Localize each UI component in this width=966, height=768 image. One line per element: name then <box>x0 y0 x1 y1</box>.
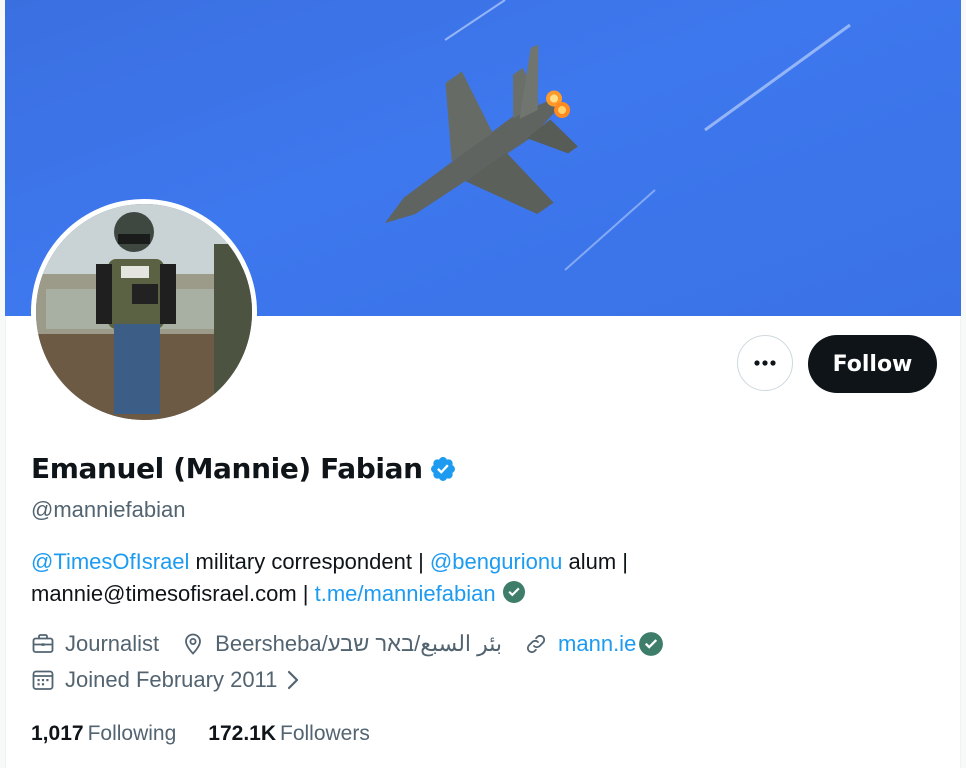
followers-count: 172.1K <box>208 722 276 745</box>
handle: @manniefabian <box>31 497 186 522</box>
following-label: Following <box>87 722 177 745</box>
followers-stat[interactable]: 172.1K Followers <box>208 722 370 746</box>
link-icon <box>526 634 546 654</box>
briefcase-icon <box>32 634 54 653</box>
location-item: Beersheba/بئر السبع/באר שבע <box>181 631 502 657</box>
joined-item[interactable]: Joined February 2011 <box>31 667 301 693</box>
name-row: Emanuel (Mannie) Fabian <box>31 452 457 485</box>
verified-link-icon <box>502 580 526 613</box>
bio-line-2: mannie@timesofisrael.com | t.me/manniefa… <box>31 578 628 613</box>
follow-stats: 1,017 Following 172.1K Followers <box>31 722 402 746</box>
verified-website-icon <box>639 632 664 656</box>
more-options-button[interactable] <box>737 335 793 391</box>
follow-button-label: Follow <box>832 351 913 377</box>
followers-label: Followers <box>280 722 370 745</box>
mention-bengurionu[interactable]: @bengurionu <box>430 549 562 574</box>
chevron-right-icon[interactable] <box>285 669 301 691</box>
bio-email: mannie@timesofisrael.com | <box>31 581 315 606</box>
bio-line-1: @TimesOfIsrael military correspondent | … <box>31 546 628 578</box>
profile-meta-row: Journalist Beersheba/بئر السبع/באר שבע m… <box>31 631 686 657</box>
calendar-icon <box>32 670 54 690</box>
location: Beersheba/بئر السبع/באר שבע <box>215 631 503 656</box>
verified-badge-icon[interactable] <box>429 455 457 483</box>
display-name: Emanuel (Mannie) Fabian <box>31 452 423 485</box>
avatar-photo <box>36 204 252 420</box>
website-item[interactable]: mann.ie <box>524 631 664 657</box>
joined-date: Joined February 2011 <box>65 667 278 692</box>
follow-button[interactable]: Follow <box>808 335 937 393</box>
bio-telegram-link[interactable]: t.me/manniefabian <box>315 581 496 606</box>
website-link[interactable]: mann.ie <box>558 631 636 657</box>
following-count: 1,017 <box>31 722 84 745</box>
bio: @TimesOfIsrael military correspondent | … <box>31 546 628 613</box>
bio-text-2: alum | <box>562 549 628 574</box>
profile-page: Follow Emanuel (Mannie) Fabian @manniefa… <box>0 0 966 768</box>
profession: Journalist <box>65 631 160 656</box>
more-horizontal-icon <box>754 360 776 366</box>
following-stat[interactable]: 1,017 Following <box>31 722 176 746</box>
mention-timesofisrael[interactable]: @TimesOfIsrael <box>31 549 189 574</box>
avatar-border <box>31 199 257 425</box>
avatar[interactable] <box>36 204 252 420</box>
location-pin-icon <box>185 633 202 655</box>
joined-row[interactable]: Joined February 2011 <box>31 667 323 693</box>
profession-item: Journalist <box>31 631 159 657</box>
bio-text-1: military correspondent | <box>189 549 430 574</box>
